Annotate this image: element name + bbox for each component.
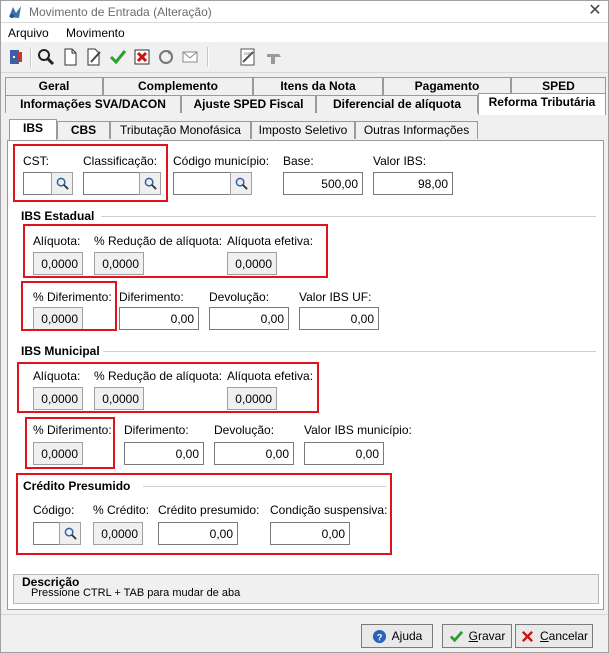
subtab-ibs[interactable]: IBS (9, 119, 57, 140)
confirm-check-icon (109, 50, 127, 65)
confirm-button[interactable] (107, 46, 129, 68)
mun-diferimento-input[interactable]: 0,00 (124, 442, 204, 465)
mun-valor-label: Valor IBS município: (304, 423, 412, 437)
highlight-mun-pct-diferimento (25, 417, 115, 469)
help-icon: ? (372, 629, 386, 643)
base-label: Base: (283, 154, 314, 168)
iss-icon: ISS (240, 48, 255, 66)
codigo-municipio-search-button[interactable] (230, 172, 252, 195)
uf-diferimento-input[interactable]: 0,00 (119, 307, 199, 330)
save-button-label: Gravar (468, 629, 506, 643)
refresh-icon (159, 50, 173, 64)
valor-ibs-input[interactable]: 98,00 (373, 172, 453, 195)
title-bar: Movimento de Entrada (Alteração) ✕ (1, 1, 608, 23)
subtab-tributacao-monofasica[interactable]: Tributação Monofásica (110, 121, 251, 139)
svg-text:?: ? (376, 632, 382, 642)
subtab-outras-informacoes[interactable]: Outras Informações (355, 121, 478, 139)
app-logo-icon (9, 6, 21, 18)
edit-document-icon (87, 48, 101, 66)
toolbar: ISS (1, 43, 608, 73)
cancel-x-icon (521, 630, 534, 642)
help-button[interactable]: ? Ajuda (361, 624, 433, 648)
menu-arquivo[interactable]: Arquivo (8, 26, 49, 40)
tab-reforma-tributaria[interactable]: Reforma Tributária (478, 93, 606, 115)
print-button[interactable] (263, 46, 285, 68)
email-icon (182, 51, 198, 63)
menu-movimento[interactable]: Movimento (66, 26, 125, 40)
description-text: Pressione CTRL + TAB para mudar de aba (31, 587, 241, 599)
mun-diferimento-label: Diferimento: (124, 423, 189, 437)
email-button[interactable] (179, 46, 201, 68)
mun-devolucao-label: Devolução: (214, 423, 275, 437)
valor-ibs-label: Valor IBS: (373, 154, 427, 168)
ibs-estadual-title: IBS Estadual (21, 209, 95, 223)
cancel-button[interactable]: Cancelar (515, 624, 593, 648)
ibs-municipal-title: IBS Municipal (21, 344, 100, 358)
highlight-mun-aliquotas (17, 362, 319, 413)
mun-devolucao-input[interactable]: 0,00 (214, 442, 294, 465)
subtab-cbs[interactable]: CBS (57, 121, 110, 139)
cancel-document-icon (134, 49, 150, 65)
tab-itens-da-nota[interactable]: Itens da Nota (253, 77, 383, 95)
tab-complemento[interactable]: Complemento (103, 77, 253, 95)
entry-movement-window: Movimento de Entrada (Alteração) ✕ Arqui… (0, 0, 609, 653)
cancel-button-label: Cancelar (539, 629, 589, 643)
help-button-label: Ajuda (391, 629, 423, 643)
uf-valor-label: Valor IBS UF: (299, 290, 372, 304)
exit-door-icon (10, 50, 22, 64)
search-icon (38, 49, 55, 66)
codigo-municipio-input[interactable] (173, 172, 231, 195)
svg-text:ISS: ISS (244, 51, 251, 56)
tab-informacoes-sva-dacon[interactable]: Informações SVA/DACON (5, 95, 181, 113)
new-document-icon (64, 48, 77, 66)
reforma-subtabs: IBS CBS Tributação Monofásica Imposto Se… (5, 119, 606, 141)
tab-diferencial-de-aliquota[interactable]: Diferencial de alíquota (316, 95, 478, 113)
codigo-municipio-lookup[interactable] (173, 172, 253, 195)
search-button[interactable] (35, 46, 57, 68)
window-title: Movimento de Entrada (Alteração) (29, 5, 212, 19)
description-box: Descrição Pressione CTRL + TAB para muda… (13, 574, 599, 604)
new-button[interactable] (59, 46, 81, 68)
tab-ajuste-sped-fiscal[interactable]: Ajuste SPED Fiscal (181, 95, 316, 113)
uf-diferimento-label: Diferimento: (119, 290, 184, 304)
edit-button[interactable] (83, 46, 105, 68)
cancel-document-button[interactable] (131, 46, 153, 68)
search-icon (235, 177, 248, 190)
highlight-uf-aliquotas (23, 224, 328, 278)
tab-geral[interactable]: Geral (5, 77, 103, 95)
codigo-municipio-label: Código município: (173, 154, 270, 168)
uf-devolucao-label: Devolução: (209, 290, 270, 304)
main-tabs: Geral Complemento Itens da Nota Pagament… (5, 77, 606, 117)
iss-button[interactable]: ISS (237, 46, 259, 68)
highlight-credito-presumido (16, 473, 392, 555)
uf-valor-input[interactable]: 0,00 (299, 307, 379, 330)
refresh-button[interactable] (155, 46, 177, 68)
uf-devolucao-input[interactable]: 0,00 (209, 307, 289, 330)
highlight-cst-classificacao (13, 144, 168, 202)
subtab-imposto-seletivo[interactable]: Imposto Seletivo (251, 121, 355, 139)
exit-button[interactable] (5, 46, 27, 68)
base-input[interactable]: 500,00 (283, 172, 363, 195)
highlight-uf-pct-diferimento (21, 281, 117, 331)
menu-bar: Arquivo Movimento (1, 23, 608, 42)
print-icon (267, 54, 281, 64)
footer-bar: ? Ajuda Gravar Cancelar (1, 614, 608, 652)
save-button[interactable]: Gravar (442, 624, 512, 648)
close-window-button[interactable]: ✕ (586, 2, 604, 20)
mun-valor-input[interactable]: 0,00 (304, 442, 384, 465)
checkmark-icon (449, 630, 463, 642)
